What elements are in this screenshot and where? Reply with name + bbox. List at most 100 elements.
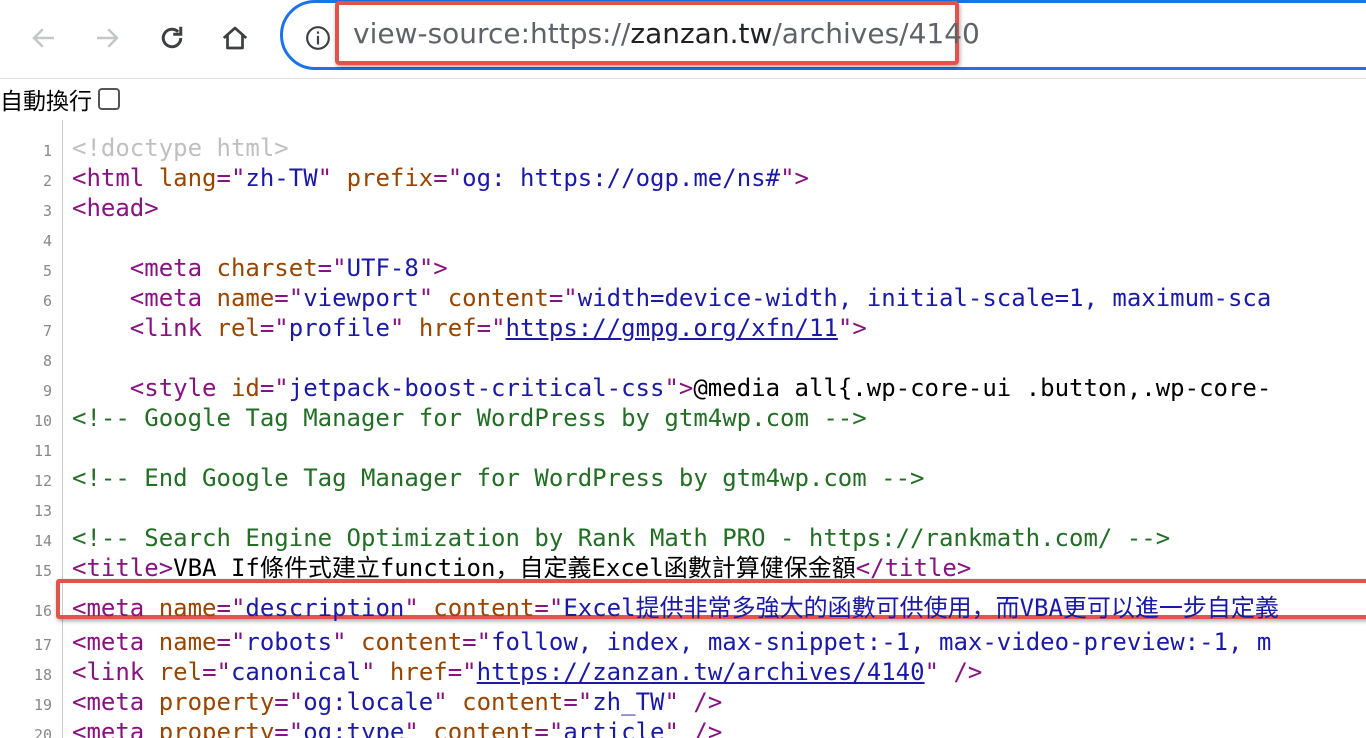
source-token: =" bbox=[259, 314, 289, 342]
source-token: <!-- Search Engine Optimization by Rank … bbox=[72, 524, 1171, 552]
source-token: rel bbox=[216, 314, 260, 342]
source-line: <meta property="og:type" content="articl… bbox=[72, 717, 722, 738]
url-host: zanzan.tw bbox=[630, 17, 773, 50]
forward-arrow-icon bbox=[97, 28, 119, 48]
line-number: 10 bbox=[33, 412, 52, 430]
source-token: =" bbox=[274, 284, 304, 312]
source-token: zh_TW bbox=[592, 688, 665, 716]
line-number: 13 bbox=[33, 502, 52, 520]
source-token: <html bbox=[72, 164, 159, 192]
source-token: =" bbox=[447, 658, 477, 686]
source-token: href bbox=[389, 658, 448, 686]
url-path: /archives/4140 bbox=[772, 17, 980, 50]
source-token: <link bbox=[129, 314, 217, 342]
source-token: profile bbox=[288, 314, 390, 342]
back-arrow-icon bbox=[32, 28, 54, 48]
source-token: =" bbox=[563, 688, 593, 716]
source-token: " bbox=[317, 164, 347, 192]
browser-toolbar: view-source:https://zanzan.tw/archives/4… bbox=[0, 0, 1366, 78]
source-token: <meta bbox=[72, 628, 159, 656]
source-token: <meta bbox=[72, 594, 159, 622]
source-token: "> bbox=[780, 164, 809, 192]
source-token: <meta bbox=[72, 688, 159, 716]
source-line: <!-- Search Engine Optimization by Rank … bbox=[72, 523, 1170, 553]
line-number: 4 bbox=[42, 232, 52, 250]
info-icon[interactable] bbox=[305, 25, 331, 51]
url-scheme: view-source:https:// bbox=[353, 17, 631, 50]
line-number: 3 bbox=[42, 202, 52, 220]
source-token: <meta bbox=[72, 718, 159, 738]
source-token: =" bbox=[317, 254, 347, 282]
url-text[interactable]: view-source:https://zanzan.tw/archives/4… bbox=[353, 17, 980, 50]
source-token: content bbox=[447, 284, 549, 312]
address-bar[interactable]: view-source:https://zanzan.tw/archives/4… bbox=[280, 0, 1366, 70]
source-token: <head> bbox=[72, 194, 159, 222]
source-token: =" bbox=[534, 594, 564, 622]
source-token: <!-- Google Tag Manager for WordPress by… bbox=[72, 404, 867, 432]
line-number: 6 bbox=[42, 292, 52, 310]
source-line: <meta name="description" content="Excel提… bbox=[72, 593, 1279, 623]
source-line: <!-- Google Tag Manager for WordPress by… bbox=[72, 403, 867, 433]
source-token: =" bbox=[534, 718, 564, 738]
line-number: 2 bbox=[42, 172, 52, 190]
source-token: og: https://ogp.me/ns# bbox=[462, 164, 781, 192]
source-token: content bbox=[433, 594, 535, 622]
source-token: property bbox=[158, 688, 275, 716]
source-token: viewport bbox=[303, 284, 419, 312]
source-token: </title> bbox=[855, 554, 972, 582]
source-token: og:locale bbox=[303, 688, 434, 716]
source-token: <title> bbox=[72, 554, 174, 582]
source-token: " bbox=[404, 718, 434, 738]
source-token: <meta bbox=[129, 254, 217, 282]
source-line: <meta name="viewport" content="width=dev… bbox=[72, 283, 1272, 313]
source-token: "> bbox=[837, 314, 867, 342]
toolbar-divider bbox=[0, 78, 1366, 79]
line-number: 19 bbox=[33, 696, 52, 714]
source-line: <meta charset="UTF-8"> bbox=[72, 253, 448, 283]
source-line: <link rel="canonical" href="https://zanz… bbox=[72, 657, 982, 687]
line-wrap-control: 自動換行 bbox=[0, 84, 120, 115]
source-token: =" bbox=[476, 314, 506, 342]
line-number: 12 bbox=[33, 472, 52, 490]
source-token: =" bbox=[433, 164, 463, 192]
source-token: content bbox=[462, 688, 564, 716]
source-token: zh-TW bbox=[245, 164, 318, 192]
source-link[interactable]: https://gmpg.org/xfn/11 bbox=[506, 314, 838, 342]
source-line: <link rel="profile" href="https://gmpg.o… bbox=[72, 313, 867, 343]
source-token: rel bbox=[158, 658, 203, 686]
source-token: content bbox=[361, 628, 463, 656]
source-token: jetpack-boost-critical-css bbox=[288, 374, 665, 402]
source-token: @media all{.wp-core-ui .button,.wp-core- bbox=[693, 374, 1272, 402]
forward-button[interactable] bbox=[89, 20, 125, 56]
source-token: =" bbox=[259, 374, 289, 402]
source-token: content bbox=[433, 718, 535, 738]
line-number: 7 bbox=[42, 322, 52, 340]
line-wrap-label: 自動換行 bbox=[0, 89, 92, 115]
line-wrap-checkbox[interactable] bbox=[98, 88, 120, 110]
source-token: "> bbox=[418, 254, 448, 282]
source-token: " /> bbox=[664, 718, 723, 738]
source-token: name bbox=[216, 284, 275, 312]
source-token: =" bbox=[216, 594, 246, 622]
back-button[interactable] bbox=[26, 20, 62, 56]
line-number: 9 bbox=[42, 382, 52, 400]
source-token: " /> bbox=[664, 688, 723, 716]
line-number: 5 bbox=[42, 262, 52, 280]
source-link[interactable]: https://zanzan.tw/archives/4140 bbox=[477, 658, 925, 686]
home-button[interactable] bbox=[217, 20, 253, 56]
line-number: 20 bbox=[33, 726, 52, 738]
source-token: <!-- End Google Tag Manager for WordPres… bbox=[72, 464, 925, 492]
source-token: " bbox=[332, 628, 362, 656]
line-number: 14 bbox=[33, 532, 52, 550]
source-token: =" bbox=[274, 688, 304, 716]
line-number-gutter: 1 2 3 4 5 6 7 8 9 10 11 12 13 14 15 16 17 18 19 20 bbox=[0, 120, 63, 738]
url-highlight-box: view-source:https://zanzan.tw/archives/4… bbox=[335, 1, 980, 65]
source-token: canonical bbox=[230, 658, 362, 686]
source-token: robots bbox=[245, 628, 333, 656]
source-token: description bbox=[245, 594, 405, 622]
source-line: <!-- End Google Tag Manager for WordPres… bbox=[72, 463, 925, 493]
reload-button[interactable] bbox=[154, 20, 190, 56]
source-token: <link bbox=[72, 658, 159, 686]
source-token: name bbox=[158, 594, 217, 622]
source-token: name bbox=[158, 628, 217, 656]
